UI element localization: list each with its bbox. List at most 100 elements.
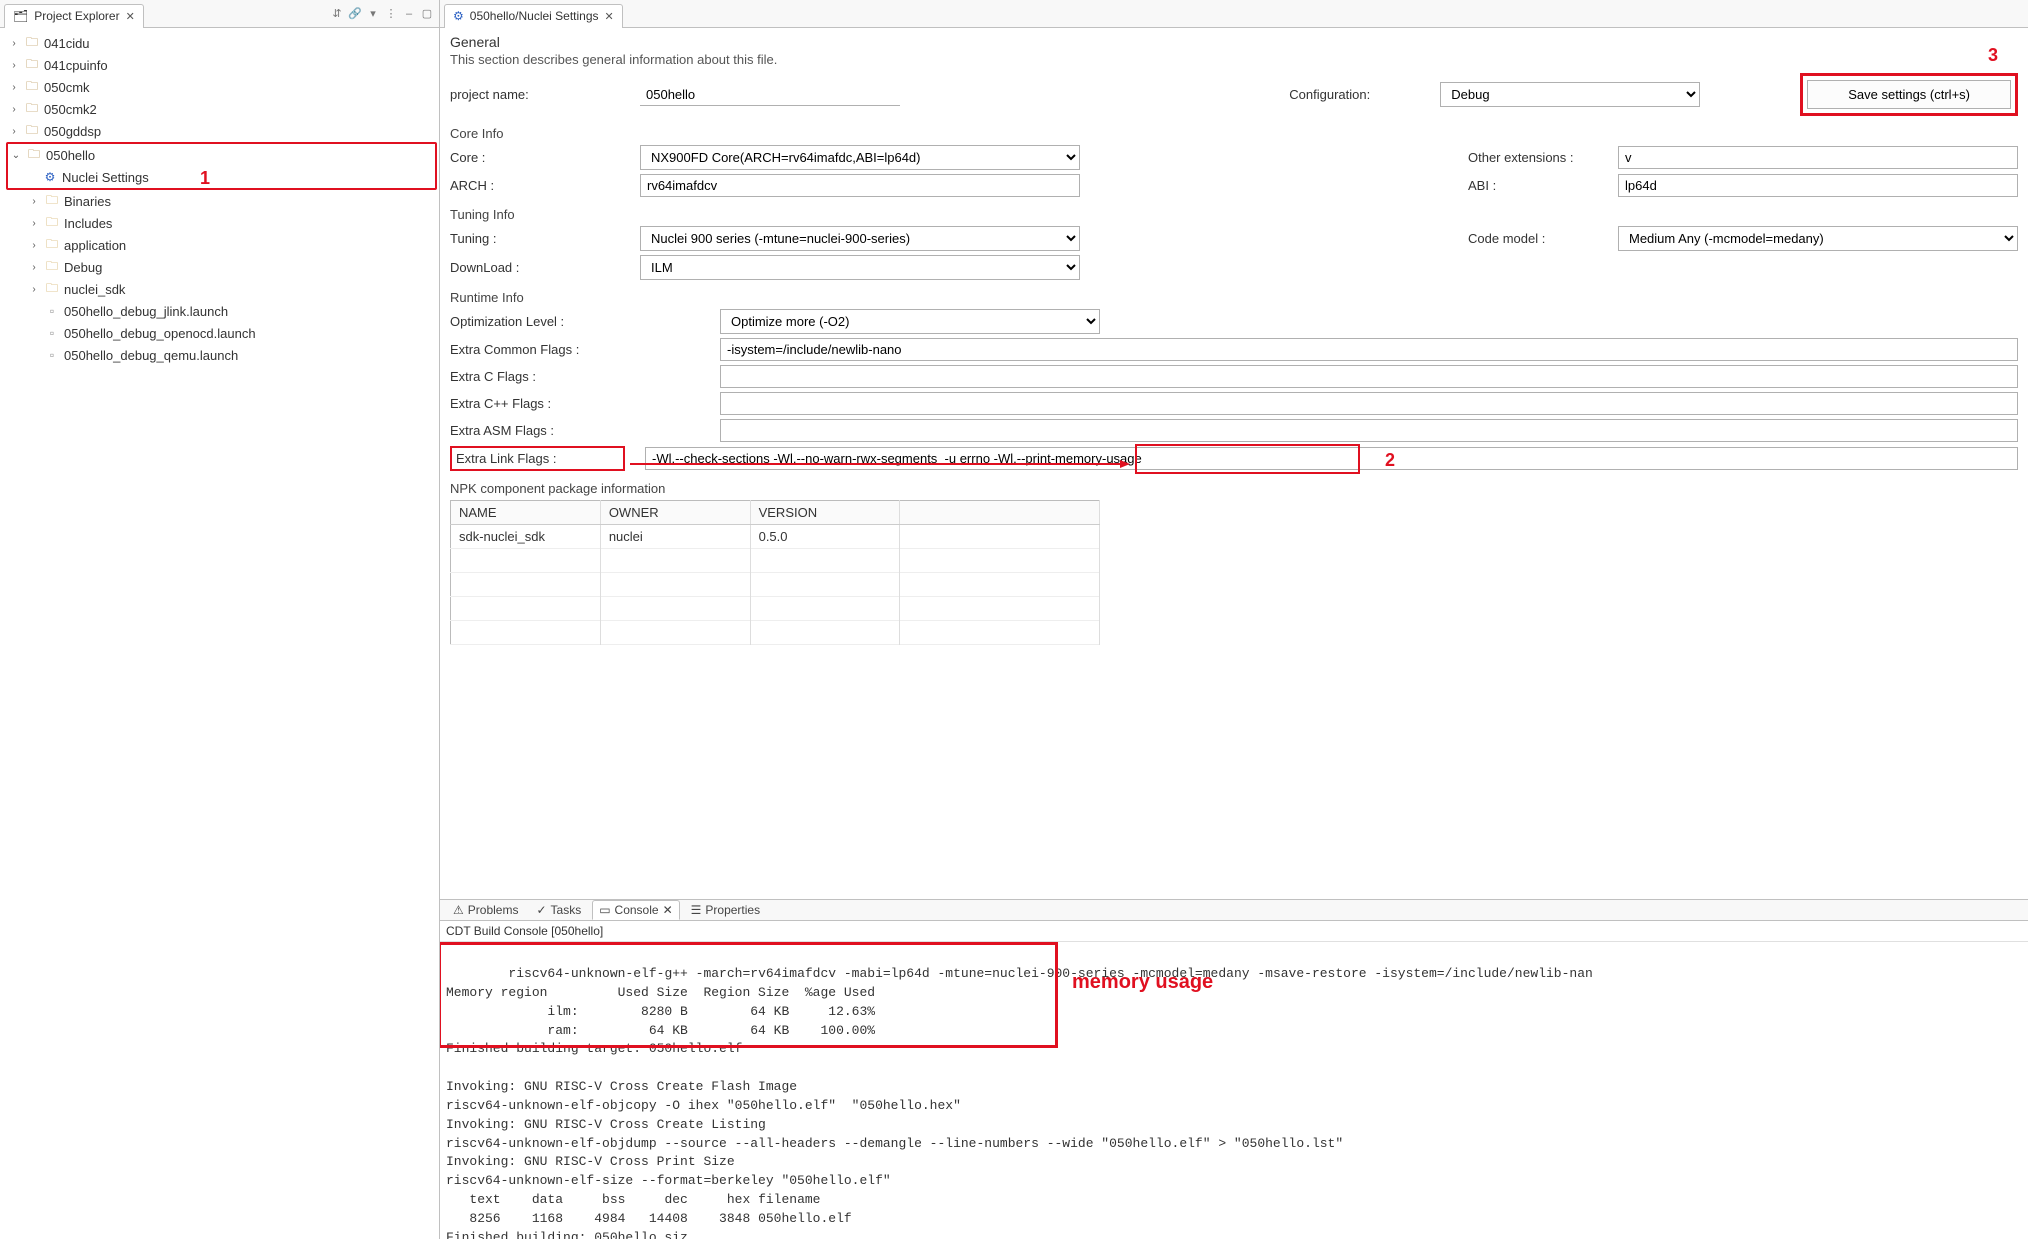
- table-row: .: [451, 549, 1100, 573]
- col-version: VERSION: [750, 501, 900, 525]
- abi-field[interactable]: [1618, 174, 2018, 197]
- project-icon: 🗀: [24, 57, 40, 73]
- editor-tab-nuclei-settings[interactable]: ⚙ 050hello/Nuclei Settings ✕: [444, 4, 623, 28]
- save-settings-button[interactable]: Save settings (ctrl+s): [1807, 80, 2011, 109]
- collapse-icon[interactable]: ⌄: [10, 150, 22, 161]
- expand-icon[interactable]: ›: [28, 196, 40, 207]
- console-output[interactable]: riscv64-unknown-elf-g++ -march=rv64imafd…: [440, 942, 2028, 1239]
- arch-field[interactable]: [640, 174, 1080, 197]
- collapse-all-icon[interactable]: ⇵: [329, 6, 345, 22]
- tree-item-project[interactable]: › 🗀 050gddsp: [0, 120, 439, 142]
- close-icon[interactable]: ✕: [663, 903, 673, 917]
- asm-label: Extra ASM Flags :: [450, 423, 700, 438]
- cell-name: sdk-nuclei_sdk: [451, 525, 601, 549]
- project-label: 041cidu: [44, 36, 90, 51]
- tree-item-project[interactable]: › 🗀 041cidu: [0, 32, 439, 54]
- expand-icon[interactable]: ›: [28, 240, 40, 251]
- table-header-row: NAME OWNER VERSION: [451, 501, 1100, 525]
- minimize-icon[interactable]: –: [401, 6, 417, 22]
- link-flags-label: Extra Link Flags :: [450, 446, 625, 471]
- expand-icon[interactable]: ›: [8, 104, 20, 115]
- download-combo[interactable]: ILM: [640, 255, 1080, 280]
- tab-properties[interactable]: ☰ Properties: [684, 900, 767, 920]
- col-name: NAME: [451, 501, 601, 525]
- expand-icon[interactable]: ›: [28, 218, 40, 229]
- tasks-label: Tasks: [551, 903, 582, 917]
- tree-item-project[interactable]: › 🗀 041cpuinfo: [0, 54, 439, 76]
- folder-icon: 🗀: [44, 193, 60, 209]
- folder-icon: 🗀: [44, 281, 60, 297]
- tab-tasks[interactable]: ✓ Tasks: [529, 900, 588, 920]
- tree-item-file[interactable]: ▫ 050hello_debug_jlink.launch: [0, 300, 439, 322]
- annotation-memory-usage: memory usage: [1072, 968, 1213, 997]
- npk-heading: NPK component package information: [450, 481, 2018, 496]
- asm-flags-field[interactable]: [720, 419, 2018, 442]
- project-icon: 🗀: [24, 101, 40, 117]
- configuration-combo[interactable]: Debug: [1440, 82, 1700, 107]
- opt-combo[interactable]: Optimize more (-O2): [720, 309, 1100, 334]
- other-ext-field[interactable]: [1618, 146, 2018, 169]
- properties-label: Properties: [705, 903, 760, 917]
- table-row[interactable]: sdk-nuclei_sdk nuclei 0.5.0 .: [451, 525, 1100, 549]
- npk-table: NAME OWNER VERSION sdk-nuclei_sdk nuclei…: [450, 500, 1100, 645]
- tuning-combo[interactable]: Nuclei 900 series (-mtune=nuclei-900-ser…: [640, 226, 1080, 251]
- cxx-flags-field[interactable]: [720, 392, 2018, 415]
- tree-item-file[interactable]: ▫ 050hello_debug_openocd.launch: [0, 322, 439, 344]
- table-row: .: [451, 621, 1100, 645]
- general-heading: General: [450, 34, 2018, 50]
- tree-item-folder[interactable]: › 🗀 Includes: [0, 212, 439, 234]
- file-icon: ▫: [44, 303, 60, 319]
- project-explorer-tab-label: Project Explorer: [34, 9, 119, 23]
- filter-icon[interactable]: ▾: [365, 6, 381, 22]
- project-explorer-tab[interactable]: 🗂 Project Explorer ✕: [4, 4, 144, 28]
- tree-item-folder[interactable]: › 🗀 Debug: [0, 256, 439, 278]
- tree-item-project-open[interactable]: ⌄ 🗀 050hello: [8, 144, 435, 166]
- tree-item-nuclei-settings[interactable]: ⚙ Nuclei Settings: [8, 166, 435, 188]
- annotation-1: 1: [200, 168, 210, 189]
- close-icon[interactable]: ✕: [126, 10, 135, 23]
- close-icon[interactable]: ✕: [605, 10, 614, 23]
- tree-item-project[interactable]: › 🗀 050cmk: [0, 76, 439, 98]
- core-combo[interactable]: NX900FD Core(ARCH=rv64imafdc,ABI=lp64d): [640, 145, 1080, 170]
- tab-problems[interactable]: ⚠ Problems: [446, 900, 525, 920]
- link-editor-icon[interactable]: 🔗: [347, 6, 363, 22]
- download-label: DownLoad :: [450, 260, 620, 275]
- console-label: Console: [615, 903, 659, 917]
- link-flags-field[interactable]: [645, 447, 2018, 470]
- file-icon: ▫: [44, 347, 60, 363]
- tree-item-folder[interactable]: › 🗀 nuclei_sdk: [0, 278, 439, 300]
- codemodel-combo[interactable]: Medium Any (-mcmodel=medany): [1618, 226, 2018, 251]
- configuration-label: Configuration:: [1289, 87, 1370, 102]
- abi-label: ABI :: [1468, 178, 1598, 193]
- expand-icon[interactable]: ›: [28, 262, 40, 273]
- expand-icon[interactable]: ›: [8, 60, 20, 71]
- view-menu-icon[interactable]: ⋮: [383, 6, 399, 22]
- project-tree[interactable]: › 🗀 041cidu› 🗀 041cpuinfo› 🗀 050cmk› 🗀 0…: [0, 28, 439, 1239]
- common-flags-field[interactable]: [720, 338, 2018, 361]
- project-name-field[interactable]: [640, 84, 900, 106]
- console-text: riscv64-unknown-elf-g++ -march=rv64imafd…: [446, 966, 1593, 1239]
- other-ext-label: Other extensions :: [1468, 150, 1598, 165]
- tab-console[interactable]: ▭ Console ✕: [592, 900, 679, 920]
- tree-item-label: Binaries: [64, 194, 111, 209]
- expand-icon[interactable]: ›: [28, 284, 40, 295]
- nuclei-settings-icon: ⚙: [42, 169, 58, 185]
- tree-item-folder[interactable]: › 🗀 application: [0, 234, 439, 256]
- cxx-label: Extra C++ Flags :: [450, 396, 700, 411]
- tree-item-label: application: [64, 238, 126, 253]
- cflags-field[interactable]: [720, 365, 2018, 388]
- project-label: 041cpuinfo: [44, 58, 108, 73]
- problems-label: Problems: [468, 903, 519, 917]
- project-icon: 🗀: [24, 123, 40, 139]
- tree-item-file[interactable]: ▫ 050hello_debug_qemu.launch: [0, 344, 439, 366]
- expand-icon[interactable]: ›: [8, 38, 20, 49]
- expand-icon[interactable]: ›: [8, 126, 20, 137]
- tree-item-project[interactable]: › 🗀 050cmk2: [0, 98, 439, 120]
- expand-icon[interactable]: ›: [8, 82, 20, 93]
- tree-item-folder[interactable]: › 🗀 Binaries: [0, 190, 439, 212]
- maximize-icon[interactable]: ▢: [419, 6, 435, 22]
- folder-tree-icon: 🗂: [13, 9, 28, 23]
- runtime-heading: Runtime Info: [450, 290, 2018, 305]
- table-row: .: [451, 597, 1100, 621]
- project-icon: 🗀: [24, 79, 40, 95]
